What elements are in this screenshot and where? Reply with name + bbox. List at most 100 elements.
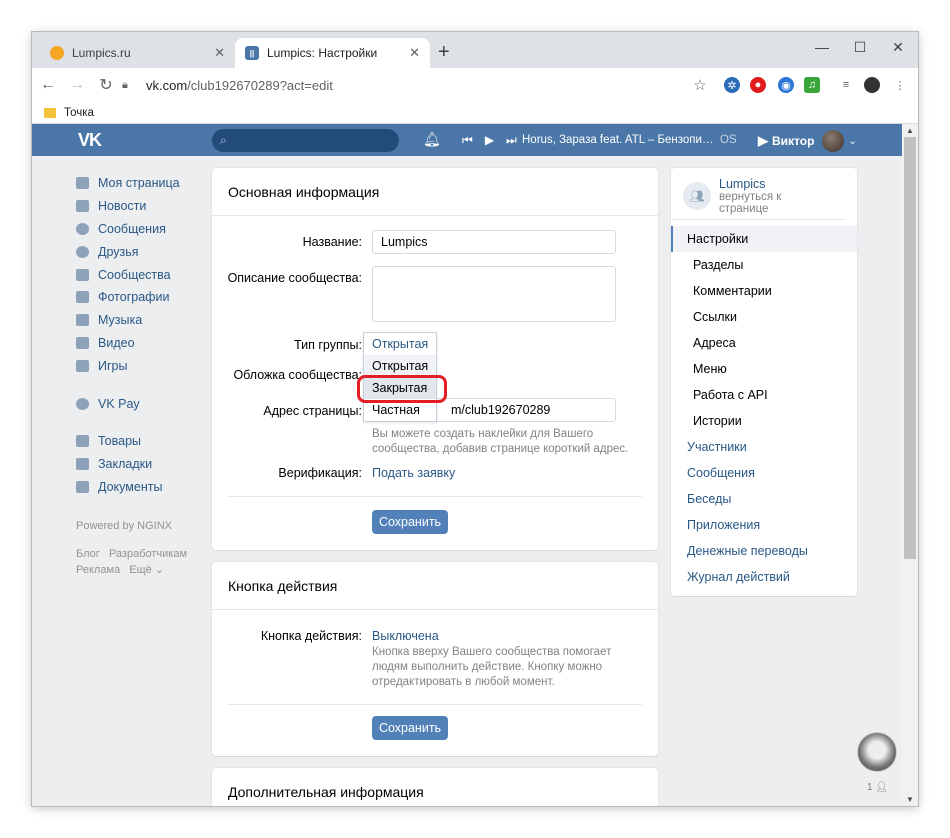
sidebar-item-music[interactable]: Музыка	[76, 309, 196, 332]
menu-item-links[interactable]: Ссылки	[671, 304, 857, 330]
chat-avatar[interactable]	[857, 732, 897, 772]
previous-track-icon[interactable]: ⏮︎	[462, 133, 473, 148]
bookmark-tochka[interactable]: Точка	[64, 107, 94, 119]
tab-settings[interactable]: || Lumpics: Настройки ✕	[235, 38, 430, 68]
next-track-icon[interactable]: ⏭︎	[506, 133, 517, 148]
bell-icon[interactable]: 🔔︎	[423, 131, 441, 148]
settings-menu-list: Настройки Разделы Комментарии Ссылки Адр…	[671, 226, 857, 590]
scrollbar-thumb[interactable]	[904, 137, 916, 559]
group-name[interactable]: Lumpics	[719, 177, 833, 191]
extension-gear-icon[interactable]: ✲	[724, 77, 740, 93]
vk-logo[interactable]: VK	[78, 130, 102, 151]
name-input[interactable]: Lumpics	[372, 230, 616, 254]
user-name: Виктор	[772, 134, 815, 148]
sidebar-item-goods[interactable]: Товары	[76, 430, 196, 453]
menu-item-chats[interactable]: Беседы	[671, 486, 857, 512]
description-textarea[interactable]	[372, 266, 616, 322]
bookmarks-bar: Точка	[32, 102, 918, 124]
menu-item-settings[interactable]: Настройки	[671, 226, 857, 252]
maximize-icon[interactable]: ☐	[840, 32, 880, 62]
tab-label: Lumpics: Настройки	[267, 46, 378, 60]
tab-lumpics[interactable]: Lumpics.ru ✕	[40, 38, 235, 68]
close-tab-icon[interactable]: ✕	[214, 45, 225, 61]
user-icon: 👤︎	[875, 782, 889, 793]
sidebar-item-messages[interactable]: Сообщения	[76, 218, 196, 241]
sidebar-item-label: Сообщества	[98, 267, 171, 282]
verification-label: Верификация:	[278, 466, 362, 480]
adblock-icon[interactable]: ●	[750, 77, 766, 93]
sidebar-item-vkpay[interactable]: VK Pay	[76, 392, 196, 415]
playlist-icon[interactable]: ≡	[838, 77, 854, 93]
menu-item-action-log[interactable]: Журнал действий	[671, 564, 857, 590]
closed-option-highlight	[357, 375, 447, 403]
sidebar-item-friends[interactable]: Друзья	[76, 240, 196, 263]
close-window-icon[interactable]: ✕	[878, 32, 918, 62]
new-tab-button[interactable]: +	[438, 42, 450, 62]
kebab-menu-icon[interactable]: ⋮	[892, 77, 908, 93]
url-host: vk.com	[146, 77, 188, 93]
tab-label: Lumpics.ru	[72, 46, 131, 60]
footer-link-blog[interactable]: Блог	[76, 548, 100, 560]
sidebar-item-games[interactable]: Игры	[76, 354, 196, 377]
back-to-page-link[interactable]: вернуться к странице	[719, 191, 833, 215]
save-button[interactable]: Сохранить	[372, 510, 448, 534]
sidebar-item-label: Новости	[98, 199, 147, 214]
scroll-down-icon[interactable]: ▼	[906, 795, 914, 804]
menu-item-stories[interactable]: Истории	[671, 408, 857, 434]
footer-link-more[interactable]: Ещё ⌄	[129, 564, 164, 576]
action-button-card: Кнопка действия Кнопка действия: Выключе…	[212, 562, 658, 756]
bookmark-star-icon[interactable]: ☆	[692, 77, 708, 94]
group-header[interactable]: 👥︎ Lumpics вернуться к странице	[671, 168, 845, 220]
sidebar-item-label: Моя страница	[98, 176, 180, 191]
forward-arrow-icon[interactable]: →	[64, 72, 90, 98]
profile-avatar[interactable]	[864, 77, 880, 93]
message-icon	[76, 222, 89, 235]
sidebar-item-documents[interactable]: Документы	[76, 476, 196, 499]
sidebar-item-news[interactable]: Новости	[76, 195, 196, 218]
sidebar-item-bookmarks[interactable]: Закладки	[76, 453, 196, 476]
action-button-status-link[interactable]: Выключена	[372, 629, 439, 643]
minimize-icon[interactable]: —	[802, 32, 842, 62]
menu-item-members[interactable]: Участники	[671, 434, 857, 460]
powered-by: Powered by NGINX	[76, 520, 172, 533]
user-menu[interactable]: ▶ Виктор ⌄	[758, 130, 857, 152]
back-arrow-icon[interactable]: ←	[35, 72, 61, 98]
music-extension-icon[interactable]: ♫	[804, 77, 820, 93]
page-scrollbar[interactable]: ▲ ▼	[902, 124, 918, 806]
dropdown-option-open[interactable]: Открытая	[364, 355, 436, 377]
menu-item-comments[interactable]: Комментарии	[671, 278, 857, 304]
film-icon	[76, 336, 89, 349]
chat-widget[interactable]: 1 👤︎	[853, 730, 901, 804]
vk-search-input[interactable]: ⌕	[212, 129, 399, 152]
menu-item-menu[interactable]: Меню	[671, 356, 857, 382]
menu-item-money-transfers[interactable]: Денежные переводы	[671, 538, 857, 564]
dropdown-current-value[interactable]: Открытая	[364, 333, 436, 355]
sidebar-item-photos[interactable]: Фотографии	[76, 286, 196, 309]
browser-window: Lumpics.ru ✕ || Lumpics: Настройки ✕ + —…	[32, 32, 918, 806]
sidebar-item-label: Игры	[98, 358, 128, 373]
music-note-icon	[76, 314, 89, 327]
now-playing-track[interactable]: Horus, Зараза feat. ATL – Бензопи…	[522, 134, 713, 146]
action-button-label: Кнопка действия:	[260, 629, 362, 643]
address-hint: Вы можете создать наклейки для Вашего со…	[372, 428, 629, 455]
close-tab-icon[interactable]: ✕	[409, 45, 420, 61]
footer-link-ads[interactable]: Реклама	[76, 564, 120, 576]
sidebar-item-my-page[interactable]: Моя страница	[76, 172, 196, 195]
address-bar[interactable]: 🔒︎ vk.com/club192670289?act=edit	[122, 72, 722, 98]
scroll-up-icon[interactable]: ▲	[906, 126, 914, 135]
play-icon[interactable]: ▶	[485, 133, 494, 148]
apply-verification-link[interactable]: Подать заявку	[372, 466, 455, 480]
footer-link-developers[interactable]: Разработчикам	[109, 548, 187, 560]
menu-item-api[interactable]: Работа с API	[671, 382, 857, 408]
vpn-globe-icon[interactable]: ◉	[778, 77, 794, 93]
menu-item-sections[interactable]: Разделы	[671, 252, 857, 278]
reload-icon[interactable]: ↻	[93, 72, 119, 98]
menu-item-addresses[interactable]: Адреса	[671, 330, 857, 356]
menu-item-apps[interactable]: Приложения	[671, 512, 857, 538]
save-button[interactable]: Сохранить	[372, 716, 448, 740]
menu-item-messages[interactable]: Сообщения	[671, 460, 857, 486]
sidebar-item-video[interactable]: Видео	[76, 332, 196, 355]
sidebar-item-label: Закладки	[98, 457, 153, 472]
sidebar-item-communities[interactable]: Сообщества	[76, 263, 196, 286]
cover-label: Обложка сообщества:	[233, 368, 362, 382]
